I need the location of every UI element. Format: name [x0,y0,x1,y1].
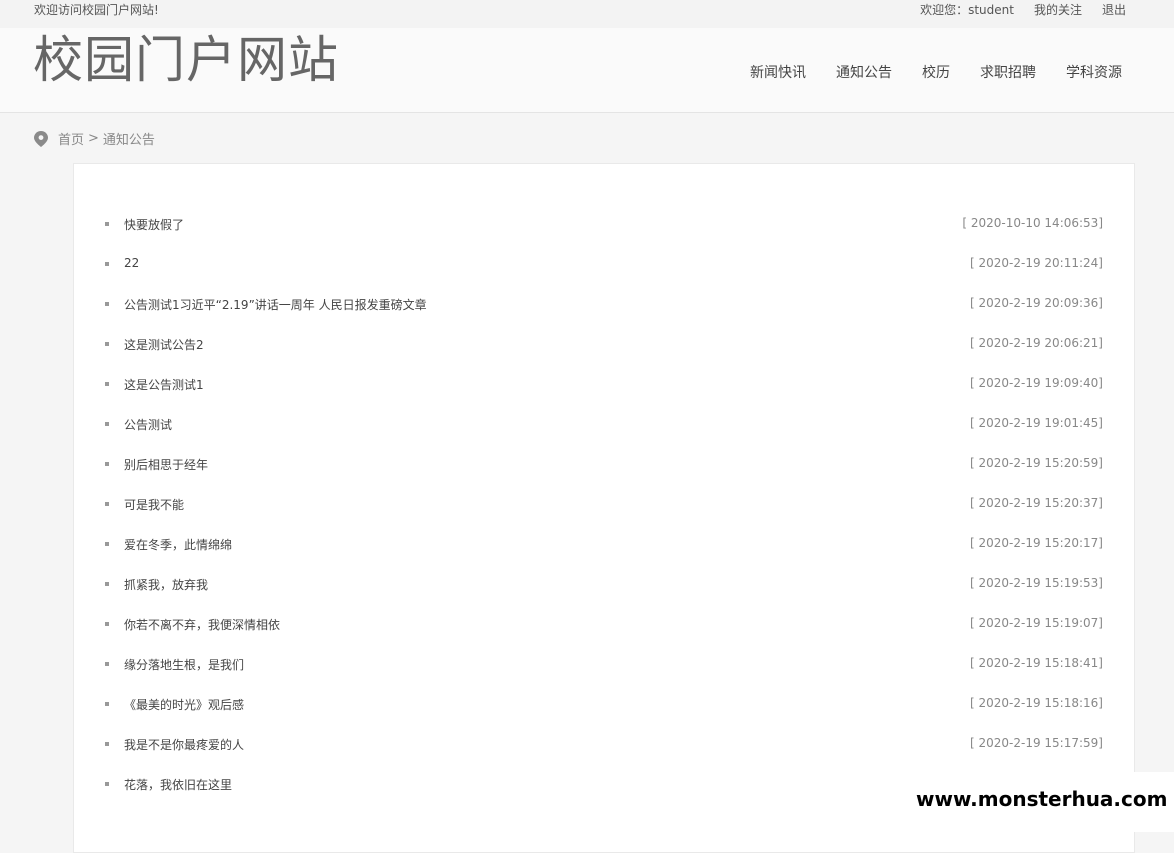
notice-title[interactable]: 这是测试公告2 [124,336,204,353]
nav-item-resources[interactable]: 学科资源 [1066,62,1122,82]
nav-item-notices[interactable]: 通知公告 [836,62,892,82]
list-item[interactable]: 这是测试公告2 [ 2020-2-19 20:06:21] [74,324,1134,364]
bullet-icon [105,262,109,266]
list-item[interactable]: 22 [ 2020-2-19 20:11:24] [74,244,1134,284]
breadcrumb-home[interactable]: 首页 [58,129,84,148]
bullet-icon [105,582,109,586]
notice-time: [ 2020-2-19 20:06:21] [970,336,1103,350]
notice-list: 快要放假了 [ 2020-10-10 14:06:53] 22 [ 2020-2-1… [74,204,1134,804]
notice-time: [ 2020-2-19 19:09:40] [970,376,1103,390]
notice-time: [ 2020-10-10 14:06:53] [962,216,1103,230]
list-item[interactable]: 缘分落地生根，是我们 [ 2020-2-19 15:18:41] [74,644,1134,684]
location-pin-icon [34,130,48,147]
notice-time: [ 2020-2-19 15:20:17] [970,536,1103,550]
main-nav: 新闻快讯 通知公告 校历 求职招聘 学科资源 [750,62,1122,82]
top-bar: 欢迎访问校园门户网站! 欢迎您：student 我的关注 退出 [0,0,1174,28]
bullet-icon [105,422,109,426]
list-item[interactable]: 公告测试1习近平“2.19”讲话一周年 人民日报发重磅文章 [ 2020-2-19… [74,284,1134,324]
list-item[interactable]: 公告测试 [ 2020-2-19 19:01:45] [74,404,1134,444]
list-item[interactable]: 我是不是你最疼爱的人 [ 2020-2-19 15:17:59] [74,724,1134,764]
notice-time: [ 2020-2-19 19:01:45] [970,416,1103,430]
breadcrumb-current: 通知公告 [102,133,155,148]
notice-time: [ 2020-2-19 15:20:37] [970,496,1103,510]
welcome-text: 欢迎访问校园门户网站! [34,3,159,17]
breadcrumb-separator: > [88,131,99,146]
breadcrumb: 首页 > 通知公告 [34,129,155,148]
notice-time: [ 2020-2-19 15:17:59] [970,736,1103,750]
list-item[interactable]: 快要放假了 [ 2020-10-10 14:06:53] [74,204,1134,244]
list-item[interactable]: 这是公告测试1 [ 2020-2-19 19:09:40] [74,364,1134,404]
bullet-icon [105,302,109,306]
notice-title[interactable]: 你若不离不弃，我便深情相依 [124,616,280,633]
notice-title[interactable]: 《最美的时光》观后感 [124,696,244,713]
list-item[interactable]: 爱在冬季，此情绵绵 [ 2020-2-19 15:20:17] [74,524,1134,564]
notice-title[interactable]: 花落，我依旧在这里 [124,776,232,793]
notice-title[interactable]: 22 [124,256,139,270]
logout-link[interactable]: 退出 [1102,1,1126,18]
notice-time: [ 2020-2-19 15:18:41] [970,656,1103,670]
list-item[interactable]: 你若不离不弃，我便深情相依 [ 2020-2-19 15:19:07] [74,604,1134,644]
site-header: 校园门户网站 新闻快讯 通知公告 校历 求职招聘 学科资源 [0,28,1174,113]
bullet-icon [105,542,109,546]
notice-title[interactable]: 公告测试 [124,416,172,433]
bullet-icon [105,782,109,786]
site-logo[interactable]: 校园门户网站 [33,32,339,88]
notice-title[interactable]: 公告测试1习近平“2.19”讲话一周年 人民日报发重磅文章 [124,296,427,313]
bullet-icon [105,622,109,626]
list-item[interactable]: 别后相思于经年 [ 2020-2-19 15:20:59] [74,444,1134,484]
list-item[interactable]: 《最美的时光》观后感 [ 2020-2-19 15:18:16] [74,684,1134,724]
my-follow-link[interactable]: 我的关注 [1034,1,1082,18]
bullet-icon [105,742,109,746]
notice-title[interactable]: 快要放假了 [124,216,184,233]
notice-title[interactable]: 别后相思于经年 [124,456,208,473]
notice-time: [ 2020-2-19 15:18:16] [970,696,1103,710]
notice-time: [ 2020-2-19 15:19:53] [970,576,1103,590]
bullet-icon [105,502,109,506]
bullet-icon [105,382,109,386]
nav-item-calendar[interactable]: 校历 [922,62,950,82]
user-greeting[interactable]: 欢迎您：student [920,1,1014,18]
list-item[interactable]: 抓紧我，放弃我 [ 2020-2-19 15:19:53] [74,564,1134,604]
notice-panel: 快要放假了 [ 2020-10-10 14:06:53] 22 [ 2020-2-1… [73,163,1135,853]
bullet-icon [105,702,109,706]
watermark: www.monsterhua.com [912,772,1174,832]
notice-time: [ 2020-2-19 15:19:07] [970,616,1103,630]
nav-item-jobs[interactable]: 求职招聘 [980,62,1036,82]
notice-time: [ 2020-2-19 20:11:24] [970,256,1103,270]
bullet-icon [105,462,109,466]
bullet-icon [105,222,109,226]
watermark-text: www.monsterhua.com [916,787,1168,811]
notice-title[interactable]: 可是我不能 [124,496,184,513]
notice-title[interactable]: 缘分落地生根，是我们 [124,656,244,673]
notice-time: [ 2020-2-19 15:20:59] [970,456,1103,470]
bullet-icon [105,662,109,666]
notice-title[interactable]: 爱在冬季，此情绵绵 [124,536,232,553]
notice-title[interactable]: 我是不是你最疼爱的人 [124,736,244,753]
notice-time: [ 2020-2-19 20:09:36] [970,296,1103,310]
user-links: 欢迎您：student 我的关注 退出 [920,1,1126,18]
nav-item-news[interactable]: 新闻快讯 [750,62,806,82]
list-item[interactable]: 可是我不能 [ 2020-2-19 15:20:37] [74,484,1134,524]
bullet-icon [105,342,109,346]
notice-title[interactable]: 这是公告测试1 [124,376,204,393]
notice-title[interactable]: 抓紧我，放弃我 [124,576,208,593]
